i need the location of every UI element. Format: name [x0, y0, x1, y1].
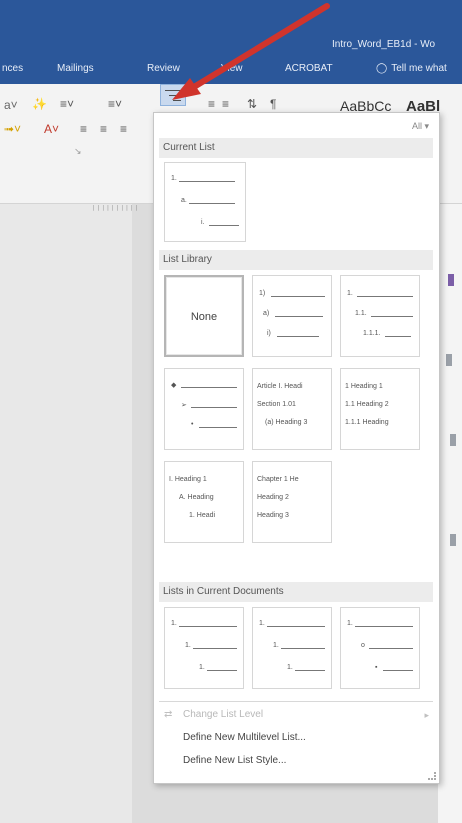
bullets-button[interactable]: ≡˅: [60, 97, 74, 111]
list-library-tile-bullets[interactable]: ◆ ➢ •: [164, 368, 244, 450]
page-content-fragment-icon: [450, 534, 456, 546]
list-library-tile-article[interactable]: Article I. Headi Section 1.01 (a) Headin…: [252, 368, 332, 450]
multilevel-list-gallery: All ▾ Current List 1. a. i. List Library…: [153, 112, 440, 784]
align-left-icon[interactable]: ≡: [80, 122, 87, 136]
tab-view[interactable]: View: [221, 63, 243, 74]
lists-in-document-header: Lists in Current Documents: [159, 582, 433, 602]
tab-review[interactable]: Review: [147, 63, 180, 74]
numbering-button[interactable]: ≡˅: [108, 97, 122, 111]
resize-grip-icon[interactable]: [428, 772, 436, 780]
define-list-style-item[interactable]: Define New List Style...: [183, 755, 286, 766]
page-content-fragment-icon: [450, 434, 456, 446]
tab-references[interactable]: nces: [2, 63, 23, 74]
document-title: Intro_Word_EB1d - Wo: [332, 39, 436, 50]
increase-indent-icon[interactable]: ≡: [222, 97, 229, 111]
clear-format-icon[interactable]: ✨: [32, 97, 47, 111]
sort-icon[interactable]: ⇅: [247, 97, 257, 111]
tell-me-text: Tell me what: [391, 63, 447, 74]
word-window: Intro_Word_EB1d - Wo nces Mailings Revie…: [0, 0, 462, 823]
submenu-arrow-icon: ▸: [424, 710, 429, 720]
align-right-icon[interactable]: ≡: [120, 122, 127, 136]
highlight-color-icon[interactable]: ➟˅: [4, 122, 21, 136]
list-library-tile-none[interactable]: None: [164, 275, 244, 357]
multilevel-list-button[interactable]: [160, 84, 186, 106]
page-content-fragment-icon: [448, 274, 454, 286]
align-center-icon[interactable]: ≡: [100, 122, 107, 136]
define-multilevel-list-item[interactable]: Define New Multilevel List...: [183, 732, 306, 743]
list-library-header: List Library: [159, 250, 433, 270]
tab-acrobat[interactable]: ACROBAT: [285, 63, 333, 74]
document-list-tile-3[interactable]: 1. o ▪: [340, 607, 420, 689]
tab-mailings[interactable]: Mailings: [57, 63, 94, 74]
list-library-tile-chapter[interactable]: Chapter 1 He Heading 2 Heading 3: [252, 461, 332, 543]
title-bar: Intro_Word_EB1d - Wo: [0, 0, 462, 56]
tell-me-box[interactable]: ◯ Tell me what: [376, 63, 447, 74]
lightbulb-icon: ◯: [376, 63, 388, 74]
list-library-tile-decimal[interactable]: 1. 1.1. 1.1.1.: [340, 275, 420, 357]
current-list-header: Current List: [159, 138, 433, 158]
font-size-dropdown[interactable]: a˅: [4, 98, 18, 112]
document-list-tile-2[interactable]: 1. 1. 1.: [252, 607, 332, 689]
pilcrow-icon[interactable]: ¶: [270, 97, 276, 111]
ribbon-tabs: nces Mailings Review View ACROBAT ◯ Tell …: [0, 56, 462, 84]
font-color-icon[interactable]: A˅: [44, 122, 59, 136]
change-list-level-item[interactable]: Change List Level: [183, 709, 263, 720]
list-library-tile-num-paren[interactable]: 1) a) i): [252, 275, 332, 357]
decrease-indent-icon[interactable]: ≡: [208, 97, 215, 111]
menu-separator: [159, 701, 433, 702]
current-list-tile[interactable]: 1. a. i.: [164, 162, 246, 242]
document-margin-area: [0, 204, 132, 823]
document-list-tile-1[interactable]: 1. 1. 1.: [164, 607, 244, 689]
dialog-launcher-icon[interactable]: ↘: [74, 146, 82, 157]
gallery-filter-dropdown[interactable]: All ▾: [412, 121, 429, 132]
ruler-icon: ││││││││││: [92, 205, 140, 211]
list-library-tile-heading-decimal[interactable]: 1 Heading 1 1.1 Heading 2 1.1.1 Heading: [340, 368, 420, 450]
change-level-icon: ⇄: [164, 709, 173, 720]
document-page-edge: [438, 204, 462, 823]
list-library-tile-heading-roman[interactable]: I. Heading 1 A. Heading 1. Headi: [164, 461, 244, 543]
page-content-fragment-icon: [446, 354, 452, 366]
